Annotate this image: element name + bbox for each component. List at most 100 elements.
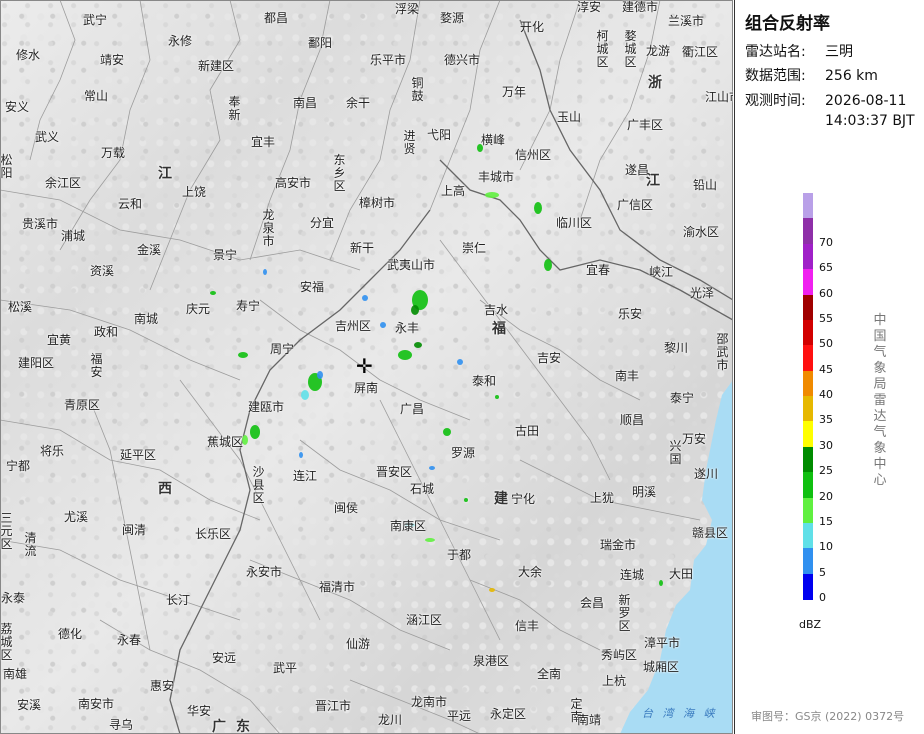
place-label: 顺昌 xyxy=(620,413,645,427)
place-label: 建德市 xyxy=(622,0,659,14)
info-panel: 组合反射率 雷达站名: 三明 数据范围: 256 km 观测时间: 2026-0… xyxy=(734,0,924,734)
place-label: 横峰 xyxy=(481,133,506,147)
place-label: 宜丰 xyxy=(251,135,276,149)
place-label: 龙川 xyxy=(378,713,403,727)
radar-echo xyxy=(398,350,412,360)
range-row: 数据范围: 256 km xyxy=(745,67,878,85)
place-label: 松溪 xyxy=(8,300,33,314)
place-label: 将乐 xyxy=(40,444,65,458)
place-label: 南康区 xyxy=(390,519,427,533)
radar-echo xyxy=(495,395,499,399)
radar-echo xyxy=(414,342,422,348)
legend-swatch xyxy=(803,294,813,321)
place-label: 江山市 xyxy=(705,90,733,104)
legend-label: 65 xyxy=(819,261,833,275)
place-label: 赣县区 xyxy=(692,526,729,540)
place-label: 永丰 xyxy=(395,321,420,335)
radar-echo xyxy=(443,428,451,436)
place-label: 兰溪市 xyxy=(668,14,705,28)
radar-echo xyxy=(659,580,663,586)
place-label: 云和 xyxy=(118,197,143,211)
radar-echo xyxy=(429,466,435,470)
place-label: 渝水区 xyxy=(683,225,720,239)
place-label: 分宜 xyxy=(310,216,335,230)
place-label: 金溪 xyxy=(137,243,162,257)
place-label: 景宁 xyxy=(213,248,238,262)
place-label: 黎川 xyxy=(664,341,689,355)
place-label: 华安 xyxy=(187,704,212,718)
county-border xyxy=(179,379,321,621)
place-label: 衢江区 xyxy=(682,45,719,59)
legend-swatch xyxy=(803,218,813,245)
legend-unit: dBZ xyxy=(799,618,822,631)
place-label: 常山 xyxy=(84,89,109,103)
place-label: 淳安 xyxy=(577,0,602,14)
place-label: 靖安 xyxy=(100,53,125,67)
time-date: 2026-08-11 xyxy=(825,93,907,109)
place-label: 长乐区 xyxy=(195,527,232,541)
radar-echo xyxy=(544,259,552,271)
place-label: 古田 xyxy=(515,424,540,438)
place-label: 延平区 xyxy=(120,448,157,462)
place-label: 政和 xyxy=(94,325,119,339)
legend-swatch xyxy=(803,548,813,575)
radar-echo xyxy=(411,305,419,315)
place-label: 长汀 xyxy=(166,593,191,607)
place-label: 安远 xyxy=(212,651,237,665)
legend-label: 45 xyxy=(819,362,833,376)
place-label: 万年 xyxy=(502,85,527,99)
province-label: 江 xyxy=(646,173,660,189)
place-label: 宁都 xyxy=(6,459,31,473)
radar-echo xyxy=(238,352,248,358)
legend-swatch xyxy=(803,421,813,448)
place-label: 东乡区 xyxy=(333,153,346,193)
legend-label: 20 xyxy=(819,489,833,503)
place-label: 丰城市 xyxy=(478,170,515,184)
place-label: 新建区 xyxy=(198,59,235,73)
place-label: 永春 xyxy=(117,633,142,647)
place-label: 三元区 xyxy=(0,511,13,551)
legend-swatch xyxy=(803,370,813,397)
place-label: 广信区 xyxy=(617,198,654,212)
radar-echo xyxy=(464,498,468,502)
place-label: 蕉城区 xyxy=(207,435,244,449)
place-label: 松阳 xyxy=(0,153,13,180)
place-label: 南雄 xyxy=(3,667,28,681)
place-label: 全南 xyxy=(537,667,562,681)
radar-echo xyxy=(317,371,323,379)
place-label: 泰和 xyxy=(472,374,497,388)
legend-label: 40 xyxy=(819,388,833,401)
legend-swatch xyxy=(803,243,813,270)
place-label: 青原区 xyxy=(64,398,101,412)
place-label: 寿宁 xyxy=(236,299,261,313)
place-label: 崇仁 xyxy=(462,241,487,255)
place-label: 闽侯 xyxy=(334,501,359,515)
station-row: 雷达站名: 三明 xyxy=(745,43,853,61)
place-label: 婺城区 xyxy=(624,29,637,69)
legend-swatch xyxy=(803,573,813,600)
legend-swatch xyxy=(803,269,813,295)
province-label: 广 xyxy=(212,719,226,734)
place-label: 漳平市 xyxy=(644,636,681,650)
legend-swatch xyxy=(803,345,813,372)
place-label: 浦城 xyxy=(61,229,86,243)
county-border xyxy=(519,459,701,521)
place-label: 平远 xyxy=(447,709,472,723)
legend-label: 5 xyxy=(819,565,826,579)
place-label: 峡江 xyxy=(649,265,674,279)
place-label: 铜鼓 xyxy=(411,76,424,103)
legend-label: 30 xyxy=(819,438,833,452)
province-label: 东 xyxy=(236,719,250,734)
radar-map[interactable]: 武宁 都昌 浮梁 婺源 开化 淳安 建德市 兰溪市 修水 永修 鄱阳 德兴市 柯城区 婺城区 靖安 新建区 乐平… xyxy=(0,0,733,734)
place-label: 临川区 xyxy=(556,216,593,230)
place-label: 铅山 xyxy=(693,178,718,192)
radar-echo xyxy=(457,359,463,365)
place-label: 德兴市 xyxy=(444,53,481,67)
place-label: 婺源 xyxy=(440,11,465,25)
dbz-legend xyxy=(803,193,813,600)
place-label: 庆元 xyxy=(186,302,211,316)
county-border xyxy=(439,239,611,481)
place-label: 安福 xyxy=(300,280,325,294)
province-label: 建 xyxy=(494,491,508,507)
place-label: 广丰区 xyxy=(627,118,664,132)
